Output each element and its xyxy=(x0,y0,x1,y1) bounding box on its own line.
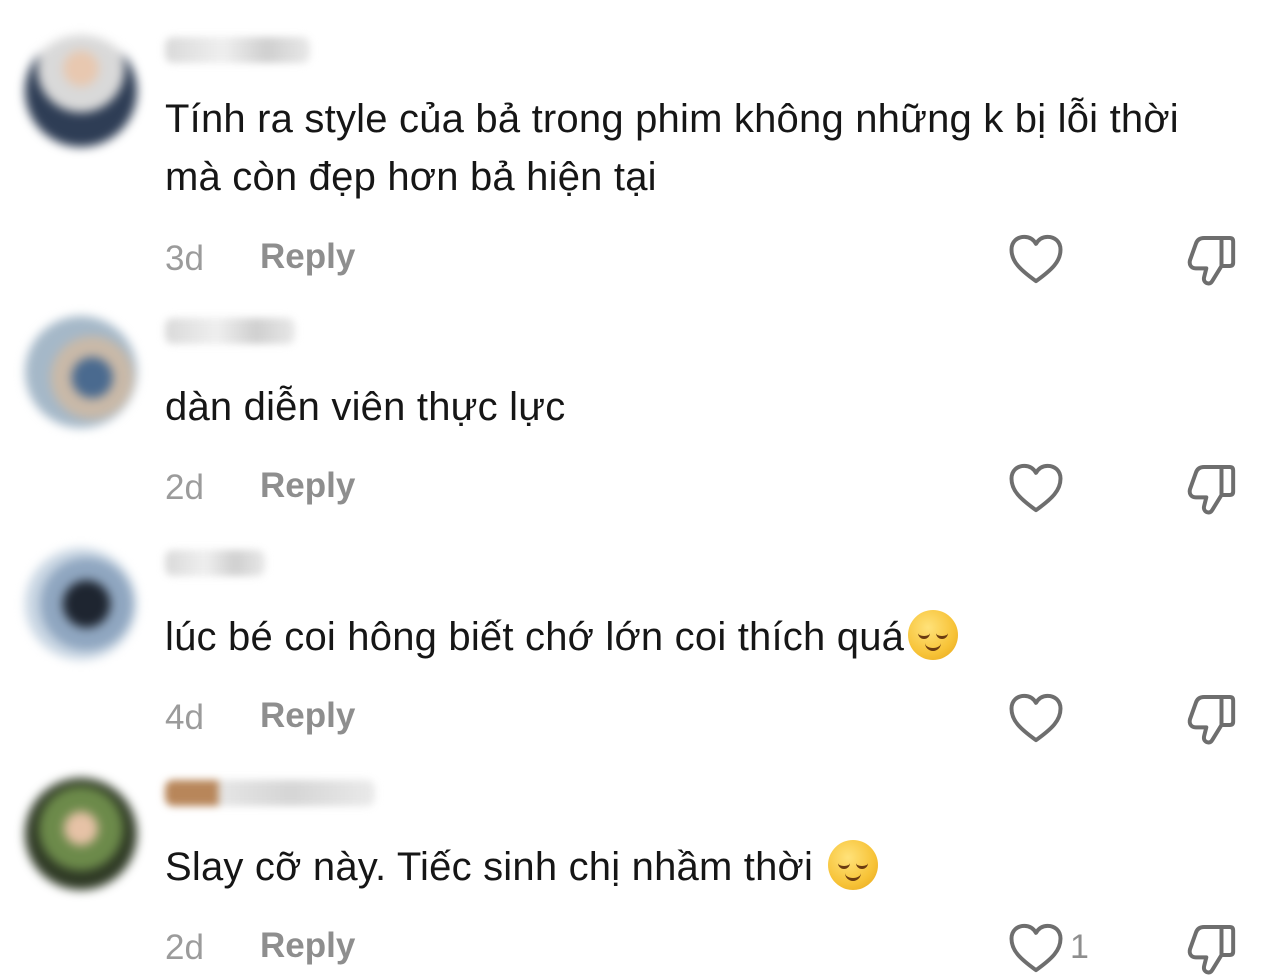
thumbs-down-icon[interactable] xyxy=(1183,690,1239,746)
comment-text: lúc bé coi hông biết chớ lớn coi thích q… xyxy=(165,608,1245,666)
comment-text: dàn diễn viên thực lực xyxy=(165,378,1245,436)
comment-text-content: dàn diễn viên thực lực xyxy=(165,385,566,429)
comment-text-content: Tính ra style của bả trong phim không nh… xyxy=(165,97,1179,199)
avatar[interactable] xyxy=(25,548,137,660)
thumbs-down-icon[interactable] xyxy=(1183,460,1239,516)
comment-time: 4d xyxy=(165,698,204,737)
reply-button[interactable]: Reply xyxy=(260,466,355,506)
reply-button[interactable]: Reply xyxy=(260,696,355,736)
like-count: 1 xyxy=(1070,928,1089,966)
heart-icon[interactable] xyxy=(1008,462,1064,514)
relieved-face-emoji xyxy=(908,610,959,660)
comment-time: 2d xyxy=(165,928,204,967)
avatar[interactable] xyxy=(25,316,137,428)
comment-time: 3d xyxy=(165,239,204,278)
comment-text-content: Slay cỡ này. Tiếc sinh chị nhầm thời xyxy=(165,845,825,889)
reply-button[interactable]: Reply xyxy=(260,237,355,277)
relieved-face-emoji xyxy=(828,840,879,890)
avatar[interactable] xyxy=(25,35,137,147)
comment-time: 2d xyxy=(165,468,204,507)
username-blurred[interactable] xyxy=(165,550,265,576)
heart-icon[interactable] xyxy=(1008,922,1064,974)
comment-item: Tính ra style của bả trong phim không nh… xyxy=(0,27,1280,286)
thumbs-down-icon[interactable] xyxy=(1183,920,1239,976)
username-blurred[interactable] xyxy=(165,780,375,806)
comment-item: Slay cỡ này. Tiếc sinh chị nhầm thời 2d … xyxy=(0,770,1280,975)
heart-icon[interactable] xyxy=(1008,233,1064,285)
comment-text: Tính ra style của bả trong phim không nh… xyxy=(165,90,1245,206)
username-blurred[interactable] xyxy=(165,37,310,63)
reply-button[interactable]: Reply xyxy=(260,926,355,966)
comment-item: lúc bé coi hông biết chớ lớn coi thích q… xyxy=(0,540,1280,770)
comment-text: Slay cỡ này. Tiếc sinh chị nhầm thời xyxy=(165,838,1245,896)
avatar[interactable] xyxy=(25,778,137,890)
username-blurred[interactable] xyxy=(165,318,295,344)
comment-text-content: lúc bé coi hông biết chớ lớn coi thích q… xyxy=(165,615,905,659)
comment-item: dàn diễn viên thực lực 2d Reply xyxy=(0,308,1280,538)
thumbs-down-icon[interactable] xyxy=(1183,231,1239,287)
heart-icon[interactable] xyxy=(1008,692,1064,744)
